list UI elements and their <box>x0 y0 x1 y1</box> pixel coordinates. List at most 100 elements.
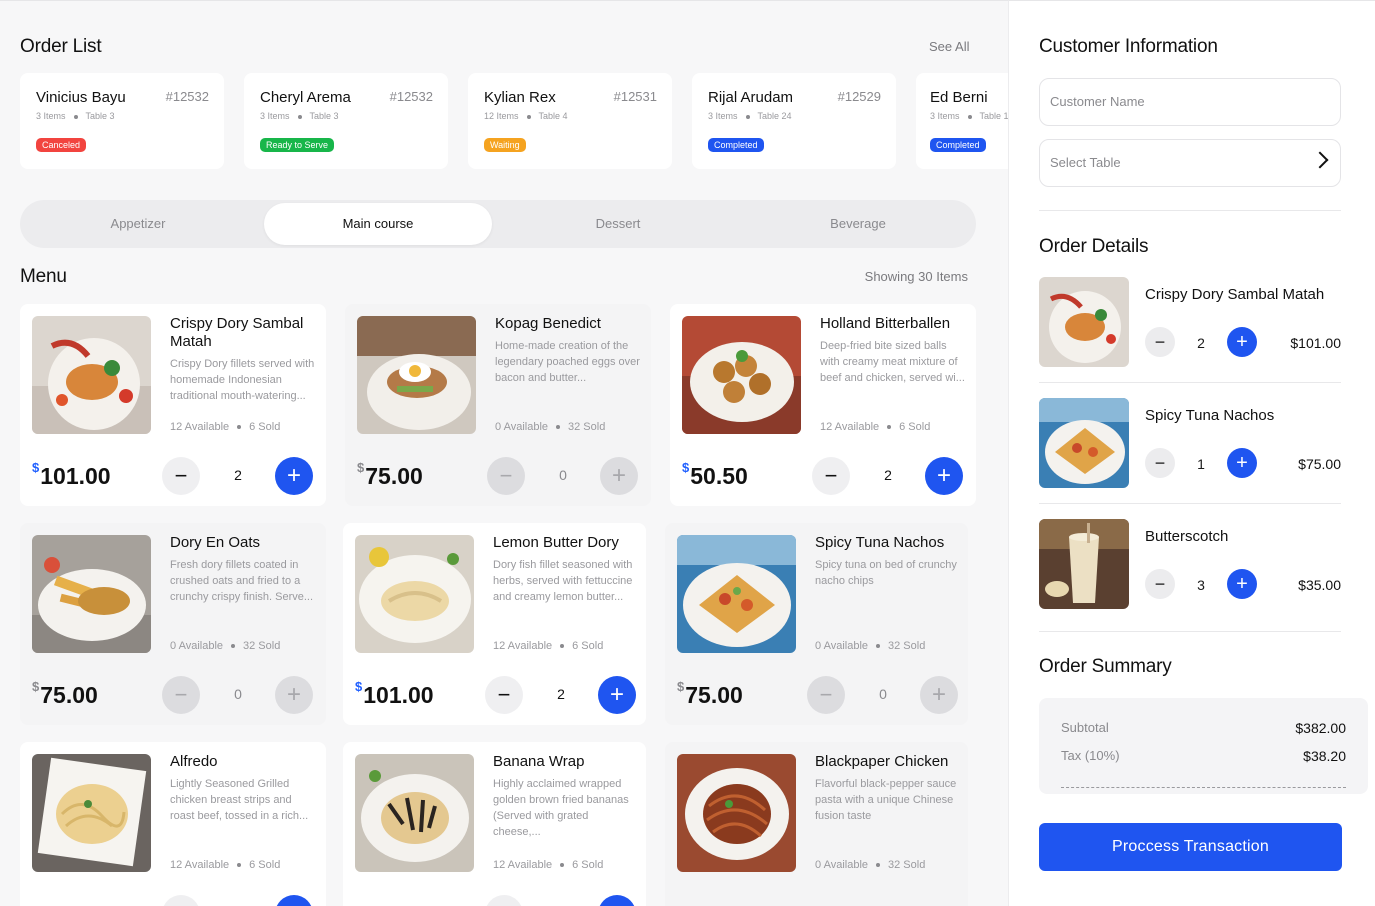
increase-quantity-button[interactable]: + <box>275 457 313 495</box>
menu-card[interactable]: Holland Bitterballen Deep-fried bite siz… <box>670 304 976 506</box>
menu-item-description: Deep-fried bite sized balls with creamy … <box>820 340 965 384</box>
menu-title: Menu <box>20 266 67 287</box>
minus-icon: − <box>174 682 188 707</box>
order-summary-title: Order Summary <box>1039 656 1172 677</box>
menu-item-stock: 0 Available 32 Sold <box>495 421 605 433</box>
sold-count: 6 Sold <box>249 421 281 433</box>
currency-symbol: $ <box>32 679 40 694</box>
tab-appetizer[interactable]: Appetizer <box>24 203 252 245</box>
order-meta: 3 Items Table 1 <box>930 111 1008 121</box>
order-customer-name: Cheryl Arema <box>260 89 351 106</box>
decrease-quantity-button[interactable]: − <box>162 676 200 714</box>
menu-card[interactable]: Dory En Oats Fresh dory fillets coated i… <box>20 523 326 725</box>
price-value: 75.00 <box>685 682 743 708</box>
increase-quantity-button[interactable]: + <box>1227 448 1257 478</box>
order-table: Table 1 <box>979 111 1008 121</box>
customer-name-input[interactable]: Customer Name <box>1039 78 1341 126</box>
decrease-quantity-button[interactable]: − <box>807 676 845 714</box>
decrease-quantity-button[interactable]: − <box>812 457 850 495</box>
increase-quantity-button[interactable]: + <box>275 895 313 906</box>
order-meta: 12 Items Table 4 <box>484 111 568 121</box>
order-meta: 3 Items Table 3 <box>260 111 339 121</box>
increase-quantity-button[interactable]: + <box>598 676 636 714</box>
menu-item-stock: 0 Available 32 Sold <box>170 640 280 652</box>
order-table: Table 3 <box>309 111 339 121</box>
plus-icon: + <box>287 900 301 906</box>
order-card[interactable]: Cheryl Arema #12532 3 Items Table 3 Ready… <box>244 73 448 169</box>
tax-row: Tax (10%) $38.20 <box>1061 748 1346 764</box>
menu-card[interactable]: Spicy Tuna Nachos Spicy tuna on bed of c… <box>665 523 968 725</box>
decrease-quantity-button[interactable]: − <box>1145 448 1175 478</box>
dot-separator <box>73 114 78 119</box>
order-item-name: Butterscotch <box>1145 528 1229 545</box>
order-customer-name: Ed Berni <box>930 89 988 106</box>
order-summary: Subtotal $382.00 Tax (10%) $38.20 <box>1039 698 1368 794</box>
decrease-quantity-button[interactable]: − <box>1145 569 1175 599</box>
menu-card[interactable]: Blackpaper Chicken Flavorful black-peppe… <box>665 742 968 906</box>
available-count: 12 Available <box>493 640 553 652</box>
order-item-price: $35.00 <box>1298 577 1341 593</box>
quantity-value: 0 <box>879 686 887 702</box>
process-transaction-button[interactable]: Proccess Transaction <box>1039 823 1342 871</box>
menu-item-price: $101.00 <box>355 679 434 709</box>
minus-icon: − <box>819 682 833 707</box>
divider <box>1039 631 1341 632</box>
dot-separator <box>967 114 972 119</box>
available-count: 0 Available <box>815 859 869 871</box>
menu-item-name: Dory En Oats <box>170 534 261 551</box>
decrease-quantity-button[interactable]: − <box>162 457 200 495</box>
minus-icon: − <box>1154 574 1166 594</box>
order-list-title: Order List <box>20 36 102 57</box>
menu-card[interactable]: Kopag Benedict Home-made creation of the… <box>345 304 651 506</box>
order-item-name: Spicy Tuna Nachos <box>1145 407 1275 424</box>
order-meta: 3 Items Table 24 <box>708 111 792 121</box>
increase-quantity-button[interactable]: + <box>600 457 638 495</box>
dot-separator <box>876 644 881 649</box>
order-item-name: Crispy Dory Sambal Matah <box>1145 286 1325 303</box>
order-card[interactable]: Vinicius Bayu #12532 3 Items Table 3 Canc… <box>20 73 224 169</box>
increase-quantity-button[interactable]: + <box>1227 327 1257 357</box>
quantity-value: 2 <box>884 467 892 483</box>
plus-icon: + <box>286 681 301 708</box>
order-number: #12529 <box>837 89 881 104</box>
order-item-count: 3 Items <box>708 111 738 121</box>
dot-separator <box>237 863 242 868</box>
menu-item-description: Lightly Seasoned Grilled chicken breast … <box>170 778 309 822</box>
minus-icon: − <box>499 463 513 488</box>
order-meta: 3 Items Table 3 <box>36 111 115 121</box>
increase-quantity-button[interactable]: + <box>275 676 313 714</box>
menu-item-name: Banana Wrap <box>493 753 585 770</box>
menu-card[interactable]: Banana Wrap Highly acclaimed wrapped gol… <box>343 742 646 906</box>
order-card[interactable]: Ed Berni 3 Items Table 1 Completed <box>916 73 1008 169</box>
tab-main-course[interactable]: Main course <box>264 203 492 245</box>
increase-quantity-button[interactable]: + <box>1227 569 1257 599</box>
quantity-value: 2 <box>1197 335 1205 351</box>
tab-dessert[interactable]: Dessert <box>504 203 732 245</box>
select-table-dropdown[interactable]: Select Table <box>1039 139 1341 187</box>
menu-card[interactable]: Lemon Butter Dory Dory fish fillet seaso… <box>343 523 646 725</box>
decrease-quantity-button[interactable]: − <box>487 457 525 495</box>
increase-quantity-button[interactable]: + <box>920 676 958 714</box>
plus-icon: + <box>1236 573 1248 595</box>
available-count: 0 Available <box>815 640 869 652</box>
increase-quantity-button[interactable]: + <box>598 895 636 906</box>
order-card[interactable]: Rijal Arudam #12529 3 Items Table 24 Comp… <box>692 73 896 169</box>
menu-item-name: Spicy Tuna Nachos <box>815 534 945 551</box>
decrease-quantity-button[interactable]: − <box>162 895 200 906</box>
decrease-quantity-button[interactable]: − <box>485 895 523 906</box>
menu-card[interactable]: Alfredo Lightly Seasoned Grilled chicken… <box>20 742 326 906</box>
menu-item-name: Lemon Butter Dory <box>493 534 619 551</box>
customer-info-title: Customer Information <box>1039 36 1218 57</box>
see-all-link[interactable]: See All <box>929 39 969 54</box>
decrease-quantity-button[interactable]: − <box>1145 327 1175 357</box>
plus-icon: + <box>931 681 946 708</box>
menu-card[interactable]: Crispy Dory Sambal Matah Crispy Dory fil… <box>20 304 326 506</box>
menu-item-description: Dory fish fillet seasoned with herbs, se… <box>493 559 633 603</box>
order-card[interactable]: Kylian Rex #12531 12 Items Table 4 Waitin… <box>468 73 672 169</box>
tab-beverage[interactable]: Beverage <box>744 203 972 245</box>
decrease-quantity-button[interactable]: − <box>485 676 523 714</box>
status-badge: Ready to Serve <box>260 138 335 152</box>
dot-separator <box>526 114 531 119</box>
menu-item-name: Blackpaper Chicken <box>815 753 949 770</box>
increase-quantity-button[interactable]: + <box>925 457 963 495</box>
